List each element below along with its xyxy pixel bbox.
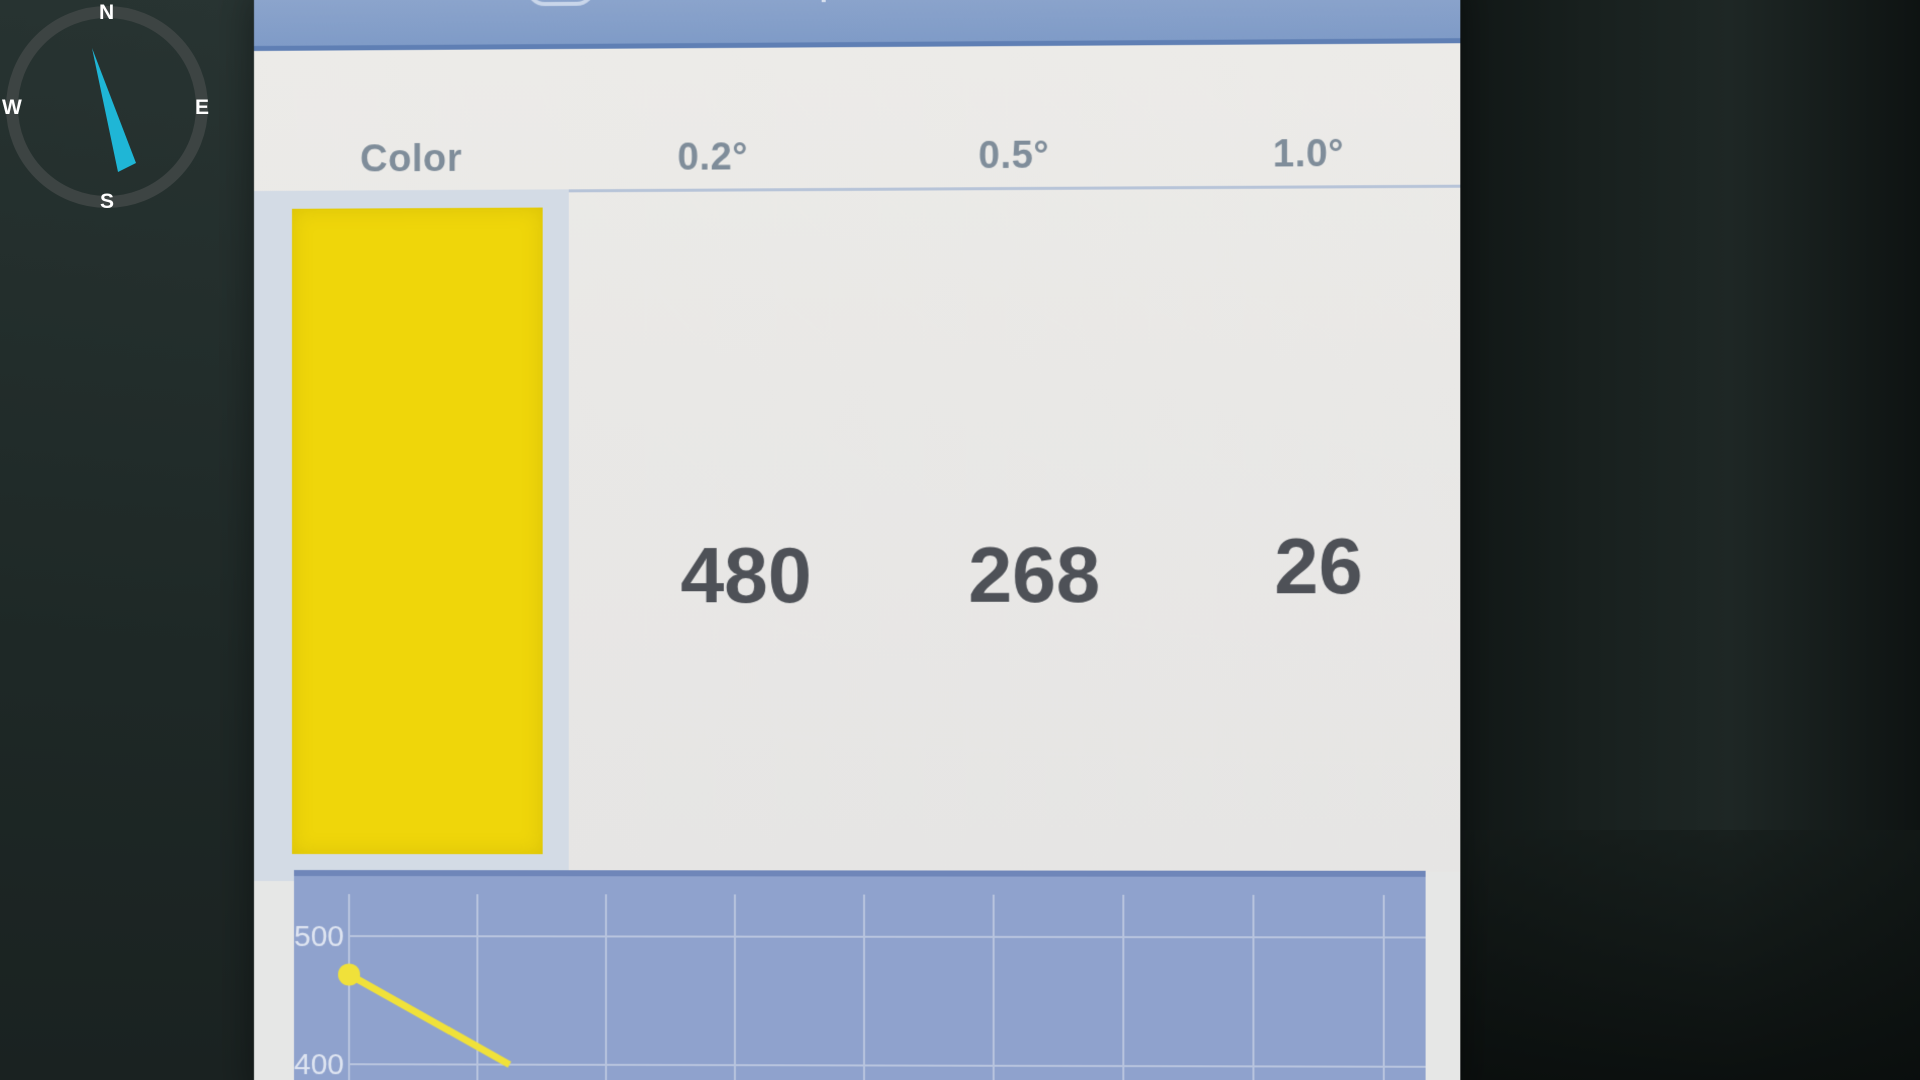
chart-gridline-horizontal bbox=[349, 936, 1426, 937]
background-right-lower bbox=[1445, 830, 1920, 1080]
header-angle-0-2: 0.2° bbox=[677, 136, 749, 179]
chart-gridline-horizontal bbox=[349, 1064, 1426, 1067]
chart-data-point[interactable] bbox=[337, 962, 360, 986]
toolbar-divider bbox=[821, 0, 826, 3]
color-swatch[interactable] bbox=[292, 207, 543, 855]
value-1-0: 26 bbox=[1274, 521, 1363, 611]
header-angle-0-5: 0.5° bbox=[978, 134, 1050, 178]
top-toolbar bbox=[254, 0, 1461, 51]
compass-east-label: E bbox=[195, 96, 210, 119]
compass-widget: N S E W bbox=[0, 0, 215, 215]
compass-north-label: N bbox=[99, 1, 115, 24]
table-header: Color 0.2° 0.5° 1.0° bbox=[254, 103, 1461, 194]
chart-y-tick-label: 400 bbox=[294, 1048, 344, 1080]
compass-ring bbox=[6, 6, 208, 208]
header-angle-1-0: 1.0° bbox=[1272, 132, 1345, 176]
measurement-table: Color 0.2° 0.5° 1.0° 480 268 26 bbox=[254, 43, 1461, 882]
chart-y-tick-label: 500 bbox=[294, 920, 344, 953]
value-0-2: 480 bbox=[680, 530, 812, 620]
value-0-5: 268 bbox=[968, 530, 1101, 619]
compass-west-label: W bbox=[2, 96, 22, 119]
compass-south-label: S bbox=[100, 190, 115, 213]
photo-scene: Color 0.2° 0.5° 1.0° 480 268 26 500 400 N… bbox=[0, 0, 1920, 1080]
compass-needle bbox=[92, 48, 136, 172]
device-screen: Color 0.2° 0.5° 1.0° 480 268 26 500 400 bbox=[254, 0, 1461, 1080]
header-color: Color bbox=[360, 137, 463, 181]
line-chart: 500 400 bbox=[294, 876, 1426, 1080]
toolbar-icon[interactable] bbox=[526, 0, 595, 7]
chart-panel: 500 400 bbox=[294, 870, 1426, 1080]
chart-series-line bbox=[349, 975, 509, 1065]
